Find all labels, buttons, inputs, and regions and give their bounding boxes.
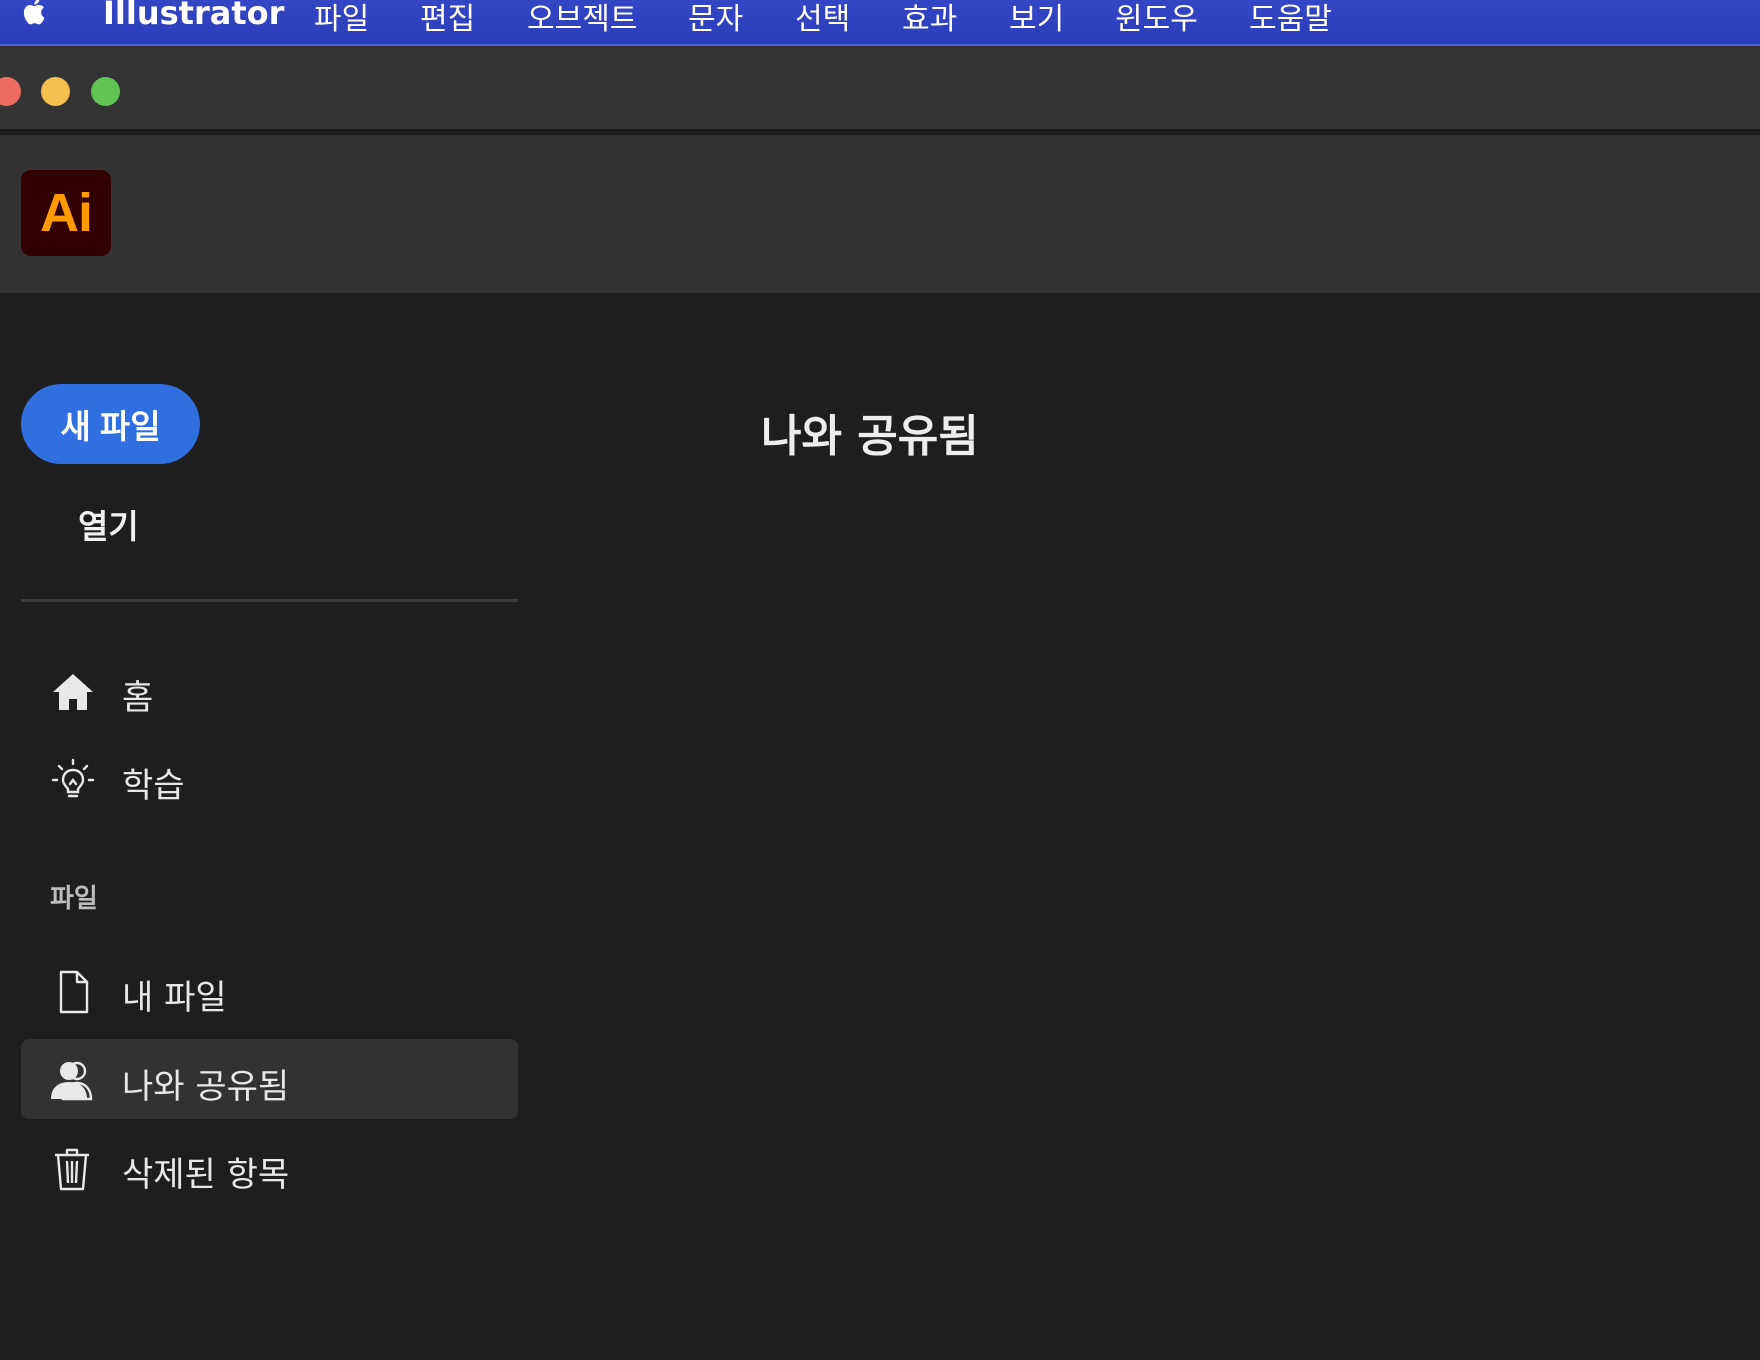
- files-section-label: 파일: [50, 884, 98, 914]
- sidebar-item-home[interactable]: 홈: [21, 650, 518, 730]
- menu-select[interactable]: 선택: [795, 0, 850, 38]
- macos-menu-bar: Illustrator 파일 편집 오브젝트 문자 선택 효과 보기 윈도우 도…: [0, 0, 1760, 46]
- menu-object[interactable]: 오브젝트: [527, 0, 637, 38]
- sidebar-item-label: 내 파일: [122, 978, 227, 1018]
- menu-view[interactable]: 보기: [1009, 0, 1064, 38]
- window-title-bar: [0, 46, 1760, 132]
- home-icon: [53, 674, 93, 710]
- document-icon: [59, 970, 89, 1014]
- menu-edit[interactable]: 편집: [420, 0, 475, 38]
- new-file-button[interactable]: 새 파일: [21, 384, 200, 464]
- page-title: 나와 공유됨: [761, 411, 979, 462]
- sidebar-item-shared-with-me[interactable]: 나와 공유됨: [21, 1039, 518, 1119]
- menu-app-name[interactable]: Illustrator: [103, 0, 284, 32]
- sidebar-item-label: 학습: [122, 766, 185, 806]
- sidebar-item-label: 나와 공유됨: [122, 1067, 290, 1107]
- menu-file[interactable]: 파일: [314, 0, 369, 38]
- sidebar-item-label: 삭제된 항목: [122, 1155, 290, 1195]
- sidebar-item-my-files[interactable]: 내 파일: [21, 950, 518, 1030]
- menu-type[interactable]: 문자: [688, 0, 743, 38]
- trash-icon: [55, 1148, 89, 1191]
- app-header: Ai: [0, 135, 1760, 293]
- sidebar-divider: [21, 599, 518, 602]
- sidebar-item-deleted[interactable]: 삭제된 항목: [21, 1127, 518, 1207]
- menu-effect[interactable]: 효과: [902, 0, 957, 38]
- lightbulb-icon: [51, 758, 95, 798]
- minimize-window-button[interactable]: [41, 77, 70, 106]
- menu-help[interactable]: 도움말: [1249, 0, 1332, 38]
- open-link[interactable]: 열기: [78, 500, 139, 548]
- apple-icon[interactable]: [18, 0, 54, 32]
- illustrator-logo: Ai: [21, 170, 111, 256]
- zoom-window-button[interactable]: [91, 77, 120, 106]
- menu-window[interactable]: 윈도우: [1115, 0, 1198, 38]
- users-icon: [51, 1061, 93, 1101]
- sidebar-item-label: 홈: [122, 678, 154, 718]
- sidebar-item-learn[interactable]: 학습: [21, 738, 518, 818]
